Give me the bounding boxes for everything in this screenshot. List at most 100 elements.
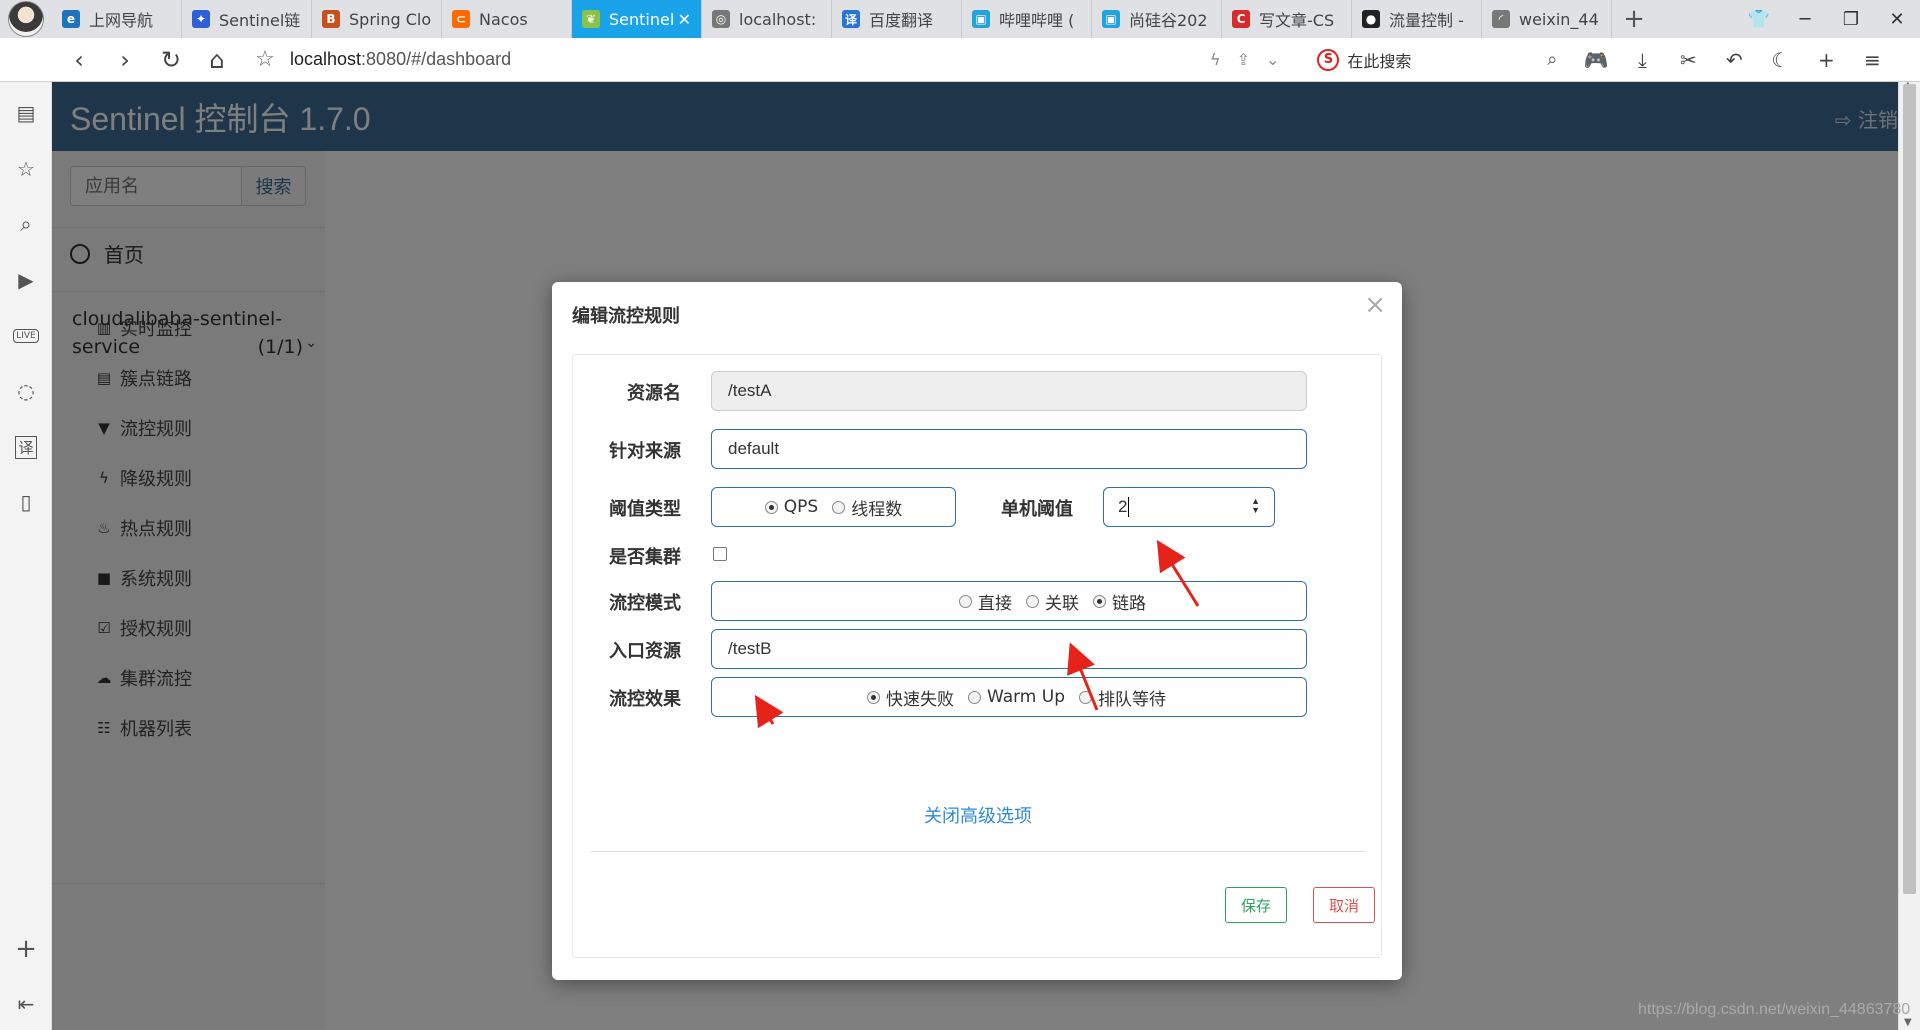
- browser-tab[interactable]: ◜ weixin_44: [1482, 0, 1612, 38]
- grade-radio-group: QPS 线程数: [711, 487, 956, 527]
- share-icon[interactable]: ⇪: [1237, 50, 1250, 69]
- translate-icon: 译: [842, 10, 860, 28]
- browser-tab[interactable]: e 上网导航: [52, 0, 182, 38]
- browser-tab[interactable]: ▣ 哔哩哔哩 (: [962, 0, 1092, 38]
- tab-label: Sentinel: [609, 9, 675, 29]
- radio-dot[interactable]: [967, 690, 981, 704]
- divider: [591, 851, 1365, 852]
- collapse-sidebar-icon[interactable]: ⇤: [11, 989, 41, 1019]
- strategy-radio[interactable]: 链路: [1093, 589, 1146, 614]
- radio-label: 关联: [1045, 593, 1079, 614]
- tab-label: 哔哩哔哩 (: [999, 11, 1075, 30]
- bookmark-star-icon[interactable]: ☆: [240, 47, 290, 72]
- behavior-radio-group: 快速失败 Warm Up 排队等待: [711, 677, 1307, 717]
- reload-icon[interactable]: ↻: [148, 46, 194, 74]
- chevron-down-icon[interactable]: ⌄: [1266, 50, 1279, 69]
- grade-radio[interactable]: 线程数: [832, 495, 902, 520]
- game-icon[interactable]: 🎮: [1573, 48, 1619, 72]
- browser-tab[interactable]: ✦ Sentinel链: [182, 0, 312, 38]
- browser-search-box[interactable]: S 在此搜索 ⌕: [1317, 48, 1557, 72]
- ref-resource-input[interactable]: /testB: [711, 629, 1307, 669]
- count-input[interactable]: 2 ▲ ▼: [1103, 487, 1275, 527]
- browser-tab[interactable]: B Spring Clo: [312, 0, 442, 38]
- browser-tab[interactable]: ❦ Sentinel ✕: [572, 0, 702, 38]
- scroll-thumb[interactable]: [1903, 84, 1916, 894]
- add-sidebar-icon[interactable]: +: [11, 934, 41, 964]
- radio-dot[interactable]: [1093, 594, 1106, 608]
- browser-tab[interactable]: ● 流量控制 -: [1352, 0, 1482, 38]
- skin-icon[interactable]: 👕: [1736, 9, 1782, 30]
- url-field[interactable]: localhost:8080/#/dashboard: [290, 49, 1210, 70]
- home-icon[interactable]: ⌂: [194, 46, 240, 74]
- toggle-advanced-link[interactable]: 关闭高级选项: [573, 802, 1383, 828]
- strategy-radio[interactable]: 关联: [1026, 589, 1079, 614]
- menu-icon[interactable]: ≡: [1849, 48, 1895, 72]
- night-mode-icon[interactable]: ☾: [1757, 48, 1803, 72]
- behavior-label: 流控效果: [609, 689, 681, 710]
- sogou-logo-icon[interactable]: S: [1317, 48, 1340, 71]
- radio-dot[interactable]: [1026, 594, 1039, 608]
- ref-resource-value: /testB: [728, 639, 772, 658]
- radio-dot[interactable]: [866, 690, 880, 704]
- radio-label: Warm Up: [986, 687, 1065, 707]
- radio-dot[interactable]: [764, 500, 778, 514]
- radio-dot[interactable]: [1079, 690, 1092, 704]
- tab-label: localhost:: [739, 9, 817, 29]
- chat-icon[interactable]: ◌: [11, 376, 41, 406]
- behavior-radio[interactable]: Warm Up: [967, 687, 1065, 707]
- cancel-button[interactable]: 取消: [1313, 887, 1375, 923]
- search-placeholder: 在此搜索: [1347, 51, 1412, 71]
- close-window-icon[interactable]: ✕: [1874, 9, 1920, 30]
- limit-app-input[interactable]: default: [711, 429, 1307, 469]
- profile-avatar[interactable]: [0, 0, 52, 38]
- back-icon[interactable]: ‹: [56, 46, 102, 74]
- download-icon[interactable]: ⤓: [1619, 48, 1665, 72]
- undo-icon[interactable]: ↶: [1711, 48, 1757, 72]
- behavior-radio[interactable]: 排队等待: [1079, 685, 1166, 710]
- translate-icon[interactable]: 译: [11, 432, 41, 462]
- new-tab-button[interactable]: +: [1612, 0, 1656, 38]
- vertical-scrollbar[interactable]: ▲ ▼: [1898, 80, 1920, 1030]
- radio-dot[interactable]: [832, 500, 846, 514]
- tab-label: Sentinel链: [219, 11, 301, 30]
- live-icon[interactable]: LIVE: [11, 321, 41, 351]
- dialog-title: 编辑流控规则: [572, 306, 680, 327]
- scissors-icon[interactable]: ✂: [1665, 48, 1711, 72]
- leaf-icon: ❦: [582, 10, 600, 28]
- book-icon[interactable]: ▯: [11, 487, 41, 517]
- tab-label: 流量控制 -: [1389, 11, 1464, 30]
- browser-tab[interactable]: C 写文章-CS: [1222, 0, 1352, 38]
- text-cursor: [1128, 497, 1130, 517]
- radio-label: 快速失败: [885, 689, 954, 710]
- favorites-star-icon[interactable]: ☆: [11, 154, 41, 184]
- save-button[interactable]: 保存: [1225, 887, 1287, 923]
- reader-icon[interactable]: ▤: [11, 98, 41, 128]
- grade-radio[interactable]: QPS: [764, 497, 818, 517]
- csdn-icon: C: [1232, 10, 1250, 28]
- browser-tab[interactable]: ⊂ Nacos: [442, 0, 572, 38]
- tab-label: weixin_44: [1519, 9, 1599, 29]
- bilibili-icon: ▣: [972, 10, 990, 28]
- browser-tab[interactable]: ▣ 尚硅谷202: [1092, 0, 1222, 38]
- tab-label: 写文章-CS: [1259, 11, 1335, 30]
- browser-tab[interactable]: ◎ localhost:: [702, 0, 832, 38]
- restore-icon[interactable]: ❐: [1828, 9, 1874, 30]
- close-icon[interactable]: ×: [1364, 290, 1386, 320]
- address-actions: ϟ ⇪ ⌄: [1210, 50, 1279, 69]
- forward-icon[interactable]: ›: [102, 46, 148, 74]
- lightning-icon[interactable]: ϟ: [1210, 50, 1221, 69]
- cluster-checkbox[interactable]: [713, 547, 727, 561]
- video-icon[interactable]: ▶: [11, 265, 41, 295]
- add-icon[interactable]: +: [1803, 48, 1849, 72]
- stepper-icon[interactable]: ▲ ▼: [1251, 497, 1260, 515]
- radio-dot[interactable]: [959, 594, 972, 608]
- strategy-radio[interactable]: 直接: [959, 589, 1012, 614]
- behavior-radio[interactable]: 快速失败: [866, 685, 954, 710]
- radio-label: 排队等待: [1098, 689, 1166, 710]
- minimize-icon[interactable]: ─: [1782, 9, 1828, 30]
- close-tab-icon[interactable]: ✕: [678, 10, 691, 29]
- search-icon[interactable]: ⌕: [11, 209, 41, 239]
- strategy-radio-group: 直接 关联 链路: [711, 581, 1307, 621]
- browser-tab[interactable]: 译百度翻译: [832, 0, 962, 38]
- search-icon[interactable]: ⌕: [1547, 49, 1557, 70]
